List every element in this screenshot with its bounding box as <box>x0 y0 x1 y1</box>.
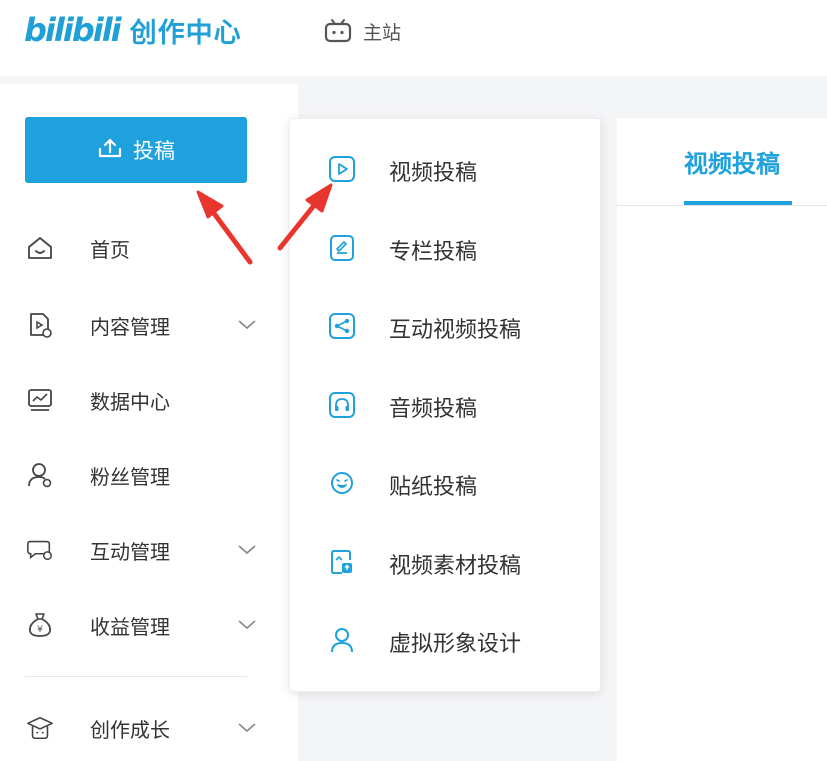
tv-icon <box>323 18 353 44</box>
sidebar-item-label: 粉丝管理 <box>90 465 170 489</box>
article-edit-icon <box>328 234 356 262</box>
main-site-label: 主站 <box>363 21 402 44</box>
chevron-down-icon[interactable] <box>236 539 258 559</box>
interactive-share-icon <box>328 312 356 340</box>
sidebar-item-label: 数据中心 <box>90 390 170 414</box>
money-bag-icon: ¥ <box>26 612 54 638</box>
tab-video-upload[interactable]: 视频投稿 <box>684 144 794 184</box>
main-site-link[interactable]: 主站 <box>323 16 401 46</box>
menu-item-label: 音频投稿 <box>389 397 478 422</box>
menu-item-label: 视频素材投稿 <box>389 554 522 579</box>
sidebar-item-data-center[interactable]: 数据中心 <box>0 377 298 421</box>
logo-mark: bilibili <box>24 11 122 49</box>
sidebar-item-content[interactable]: 内容管理 <box>0 302 298 346</box>
sidebar-item-interaction[interactable]: 互动管理 <box>0 527 298 571</box>
graduation-cap-icon <box>26 715 54 741</box>
logo-title: 创作中心 <box>129 17 242 49</box>
chevron-down-icon[interactable] <box>236 314 258 334</box>
menu-item-label: 视频投稿 <box>389 161 478 186</box>
sidebar-item-fans[interactable]: 粉丝管理 <box>0 452 298 496</box>
chevron-down-icon[interactable] <box>236 614 258 634</box>
menu-item-article-upload[interactable]: 专栏投稿 <box>290 223 602 271</box>
home-icon <box>26 235 54 261</box>
chart-monitor-icon <box>26 387 54 413</box>
upload-type-dropdown: 视频投稿 专栏投稿 互动视频投稿 音频投稿 贴纸投稿 视频素材投稿 虚拟形象设计 <box>289 118 601 692</box>
menu-item-label: 贴纸投稿 <box>389 475 478 500</box>
active-tab-indicator <box>684 201 792 205</box>
menu-item-label: 虚拟形象设计 <box>389 632 522 657</box>
sidebar-divider <box>25 676 247 677</box>
fans-user-icon <box>26 462 54 488</box>
sidebar-item-label: 互动管理 <box>90 540 170 564</box>
avatar-person-icon <box>328 626 356 654</box>
sidebar-item-revenue[interactable]: ¥ 收益管理 <box>0 602 298 646</box>
upload-button-label: 投稿 <box>133 139 175 163</box>
sidebar-item-label: 收益管理 <box>90 615 170 639</box>
sidebar-item-label: 创作成长 <box>90 718 170 742</box>
upload-icon <box>97 137 123 163</box>
chat-bubble-icon <box>26 537 54 563</box>
menu-item-video-material-upload[interactable]: 视频素材投稿 <box>290 537 602 585</box>
upload-button[interactable]: 投稿 <box>25 117 247 183</box>
menu-item-interactive-video-upload[interactable]: 互动视频投稿 <box>290 301 602 349</box>
sidebar: 投稿 首页 内容管理 数据中心 粉丝管理 互动管理 ¥ 收益管理 创作成长 <box>0 84 298 761</box>
menu-item-sticker-upload[interactable]: 贴纸投稿 <box>290 458 602 506</box>
chevron-down-icon[interactable] <box>236 717 258 737</box>
sticker-face-icon <box>328 469 356 497</box>
menu-item-video-upload[interactable]: 视频投稿 <box>290 144 602 192</box>
sidebar-item-label: 首页 <box>90 238 130 262</box>
sidebar-item-home[interactable]: 首页 <box>0 225 298 269</box>
play-video-icon <box>328 155 356 183</box>
bilibili-logo[interactable]: bilibili 创作中心 <box>24 8 242 52</box>
top-header: bilibili 创作中心 主站 <box>0 0 827 76</box>
sidebar-item-growth[interactable]: 创作成长 <box>0 705 298 749</box>
tab-bar-border <box>617 205 827 206</box>
content-panel <box>617 118 827 761</box>
menu-item-label: 互动视频投稿 <box>389 318 522 343</box>
content-file-icon <box>26 312 54 338</box>
material-upload-icon <box>328 548 356 576</box>
menu-item-audio-upload[interactable]: 音频投稿 <box>290 380 602 428</box>
svg-text:¥: ¥ <box>37 625 43 635</box>
menu-item-virtual-avatar-design[interactable]: 虚拟形象设计 <box>290 615 602 663</box>
menu-item-label: 专栏投稿 <box>389 240 478 265</box>
sidebar-item-label: 内容管理 <box>90 315 170 339</box>
headphones-icon <box>328 391 356 419</box>
